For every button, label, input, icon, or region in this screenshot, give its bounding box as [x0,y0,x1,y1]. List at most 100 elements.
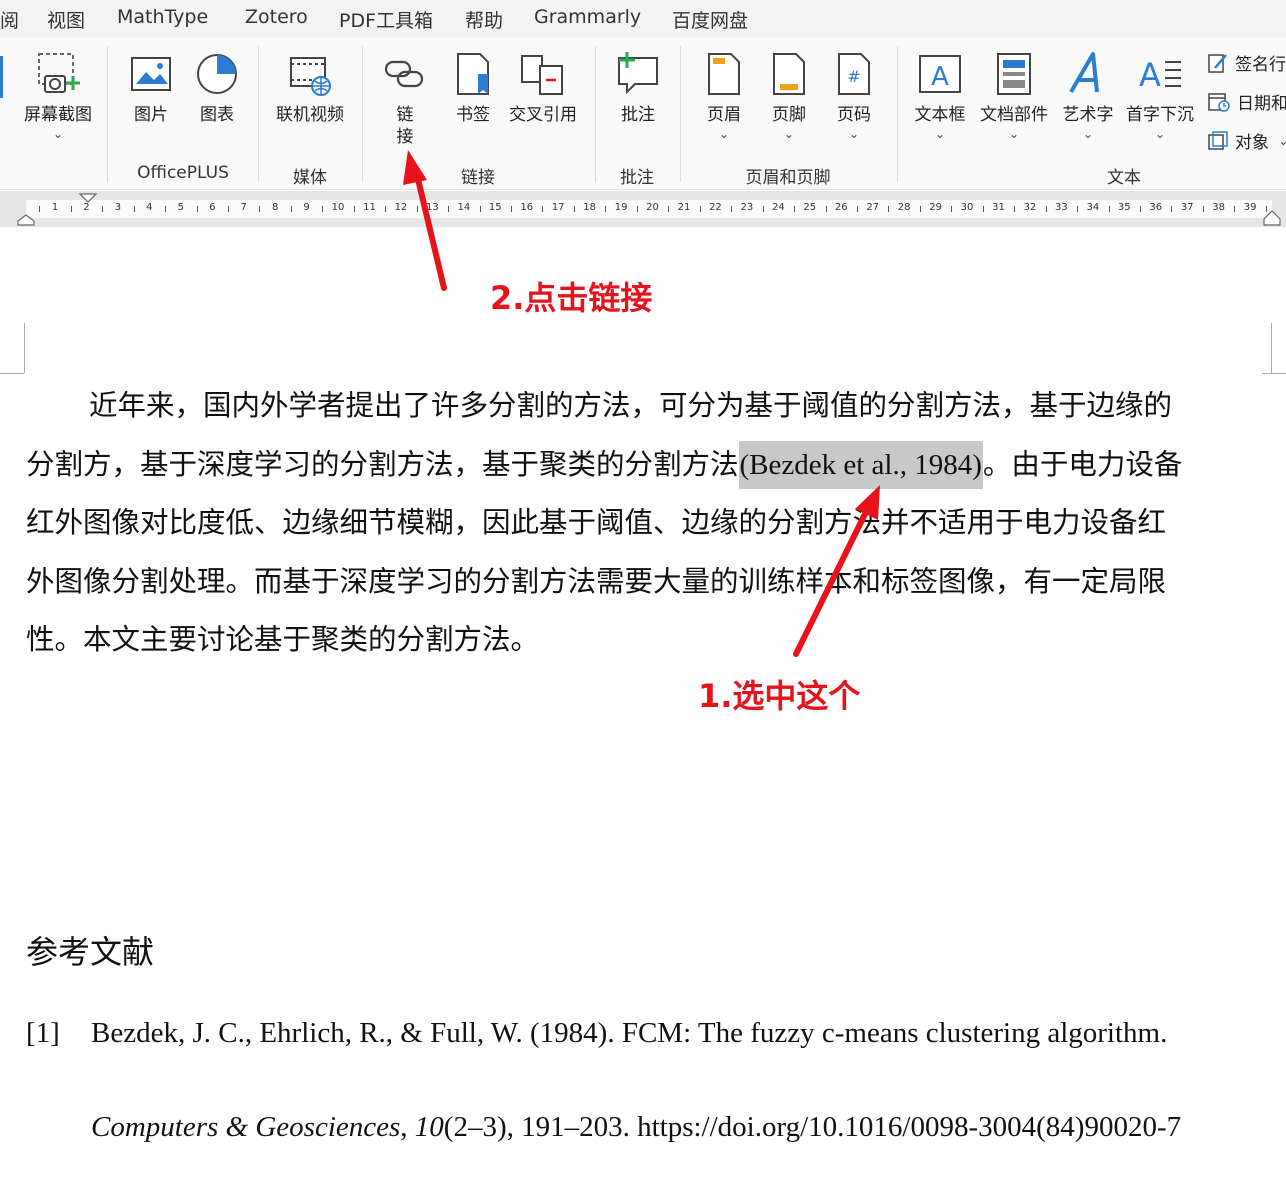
ruler-number: 5 [177,202,184,213]
chevron-down-icon[interactable]: ⌄ [830,128,878,140]
ruler-tick [542,206,544,212]
paragraph-line-text: 。由于电力设备 [982,447,1183,481]
menu-review[interactable]: 阅 [0,6,19,33]
text-box-icon: A [919,55,961,93]
chevron-down-icon[interactable]: ⌄ [912,128,968,140]
ruler-number: 24 [771,202,785,213]
text-box-button[interactable]: A 文本框 ⌄ [912,50,968,140]
ruler-tick [416,206,418,212]
object-label: 对象 [1235,133,1269,153]
menu-grammarly[interactable]: Grammarly [534,6,641,28]
ruler-tick [794,206,796,212]
ruler-number: 19 [614,202,628,213]
page-number-icon: # [838,53,870,95]
bookmark-button[interactable]: 书签 [448,50,498,126]
svg-text:A: A [1139,56,1161,94]
paragraph-line: 性。本文主要讨论基于聚类的分割方法。 [26,611,1276,670]
drop-cap-label: 首字下沉 [1126,105,1194,125]
footer-button[interactable]: 页脚 ⌄ [765,50,813,140]
menu-pdf-toolbox[interactable]: PDF工具箱 [339,6,433,33]
screenshot-label: 屏幕截图 [24,105,92,125]
header-icon [708,53,740,95]
chevron-down-icon[interactable]: ⌄ [765,128,813,140]
ruler-number: 33 [1055,202,1068,213]
ruler-tick [731,206,733,212]
chevron-down-icon[interactable]: ⌄ [18,128,98,140]
menu-view[interactable]: 视图 [47,6,85,33]
word-art-button[interactable]: 艺术字 ⌄ [1058,50,1118,140]
group-label-text: 文本 [1107,168,1141,188]
picture-label: 图片 [134,105,168,125]
ruler-tick [227,206,229,212]
drop-cap-icon: A [1139,56,1181,94]
ruler-tick [165,206,167,212]
ruler-number: 12 [394,202,408,213]
ruler-tick [385,206,387,212]
ruler-number: 8 [271,202,279,213]
bookmark-label: 书签 [456,105,490,125]
comment-button[interactable]: 批注 [612,50,664,126]
ruler-tick [825,206,827,212]
chart-icon [197,54,237,94]
ruler-tick [1140,206,1142,212]
body-paragraph[interactable]: 近年来，国内外学者提出了许多分割的方法，可分为基于阈值的分割方法，基于边缘的 分… [26,377,1276,670]
document-page[interactable]: 近年来，国内外学者提出了许多分割的方法，可分为基于阈值的分割方法，基于边缘的 分… [0,227,1286,1191]
header-button[interactable]: 页眉 ⌄ [700,50,748,140]
date-time-button[interactable]: 日期和 [1207,89,1286,119]
horizontal-ruler[interactable]: 1 2 3 4 5 6 7 8 9 10 11 12 13 14 15 16 17 18 19 20 21 22 23 24 2… [0,191,1286,227]
ruler-tick [1202,206,1204,212]
signature-line-button[interactable]: 签名行 [1207,50,1286,80]
ruler-tick [1014,206,1016,212]
picture-button[interactable]: 图片 [126,50,176,126]
chevron-down-icon[interactable]: ⌄ [700,128,748,140]
ruler-number: 6 [209,202,216,213]
chevron-down-icon[interactable]: ⌄ [1058,128,1118,140]
menu-help[interactable]: 帮助 [465,6,503,33]
reference-line[interactable]: Computers & Geosciences, 10(2–3), 191–20… [91,1111,1181,1144]
bookmark-icon [457,53,489,95]
ruler-tick [133,206,135,212]
menu-baidu-netdisk[interactable]: 百度网盘 [672,6,748,33]
chart-button[interactable]: 图表 [192,50,242,126]
menu-zotero[interactable]: Zotero [245,6,308,28]
chevron-down-icon[interactable]: ⌄ [1278,134,1286,148]
ruler-tick [1234,206,1236,212]
object-icon [1208,130,1228,150]
page-number-button[interactable]: # 页码 ⌄ [830,50,878,140]
chart-label: 图表 [200,105,234,125]
svg-text:A: A [931,62,949,92]
paragraph-line: 红外图像对比度低、边缘细节模糊，因此基于阈值、边缘的分割方法并不适用于电力设备红 [26,494,1276,553]
references-heading[interactable]: 参考文献 [26,927,154,973]
ruler-tick [102,206,104,212]
ruler-number: 14 [457,202,471,213]
left-indent-marker-icon[interactable] [16,213,36,227]
online-video-button[interactable]: 联机视频 [272,50,348,126]
ruler-number: 32 [1023,202,1037,213]
quick-parts-button[interactable]: 文档部件 ⌄ [976,50,1052,140]
link-button[interactable]: 链 接 [380,50,430,148]
reference-number: [1] [26,1017,60,1049]
reference-line[interactable]: Bezdek, J. C., Ehrlich, R., & Full, W. (… [91,1017,1167,1050]
ruler-number: 20 [646,202,659,213]
object-button[interactable]: 对象 ⌄ [1207,128,1286,158]
screenshot-button[interactable]: 屏幕截图 ⌄ [18,50,98,140]
chevron-down-icon[interactable]: ⌄ [1122,128,1198,140]
selected-citation[interactable]: (Bezdek et al., 1984) [738,440,983,489]
drop-cap-button[interactable]: A 首字下沉 ⌄ [1122,50,1198,140]
cross-reference-button[interactable]: 交叉引用 [505,50,581,126]
svg-text:#: # [847,67,860,86]
margin-corner-mark [1262,373,1286,374]
ruler-number: 34 [1086,202,1100,213]
paragraph-line-text: 性。本文主要讨论基于聚类的分割方法。 [26,623,540,656]
footer-label: 页脚 [772,105,806,125]
ruler-number: 36 [1149,202,1163,213]
ruler-number: 29 [929,202,942,213]
ruler-number: 17 [551,202,565,213]
header-label: 页眉 [707,105,741,125]
chevron-down-icon[interactable]: ⌄ [976,128,1052,140]
paragraph-line: 分割方，基于深度学习的分割方法，基于聚类的分割方法(Bezdek et al.,… [26,436,1276,495]
group-label-header-footer: 页眉和页脚 [745,168,831,188]
quick-parts-icon [997,53,1031,95]
menu-mathtype[interactable]: MathType [117,6,208,28]
signature-line-icon [1208,53,1227,73]
